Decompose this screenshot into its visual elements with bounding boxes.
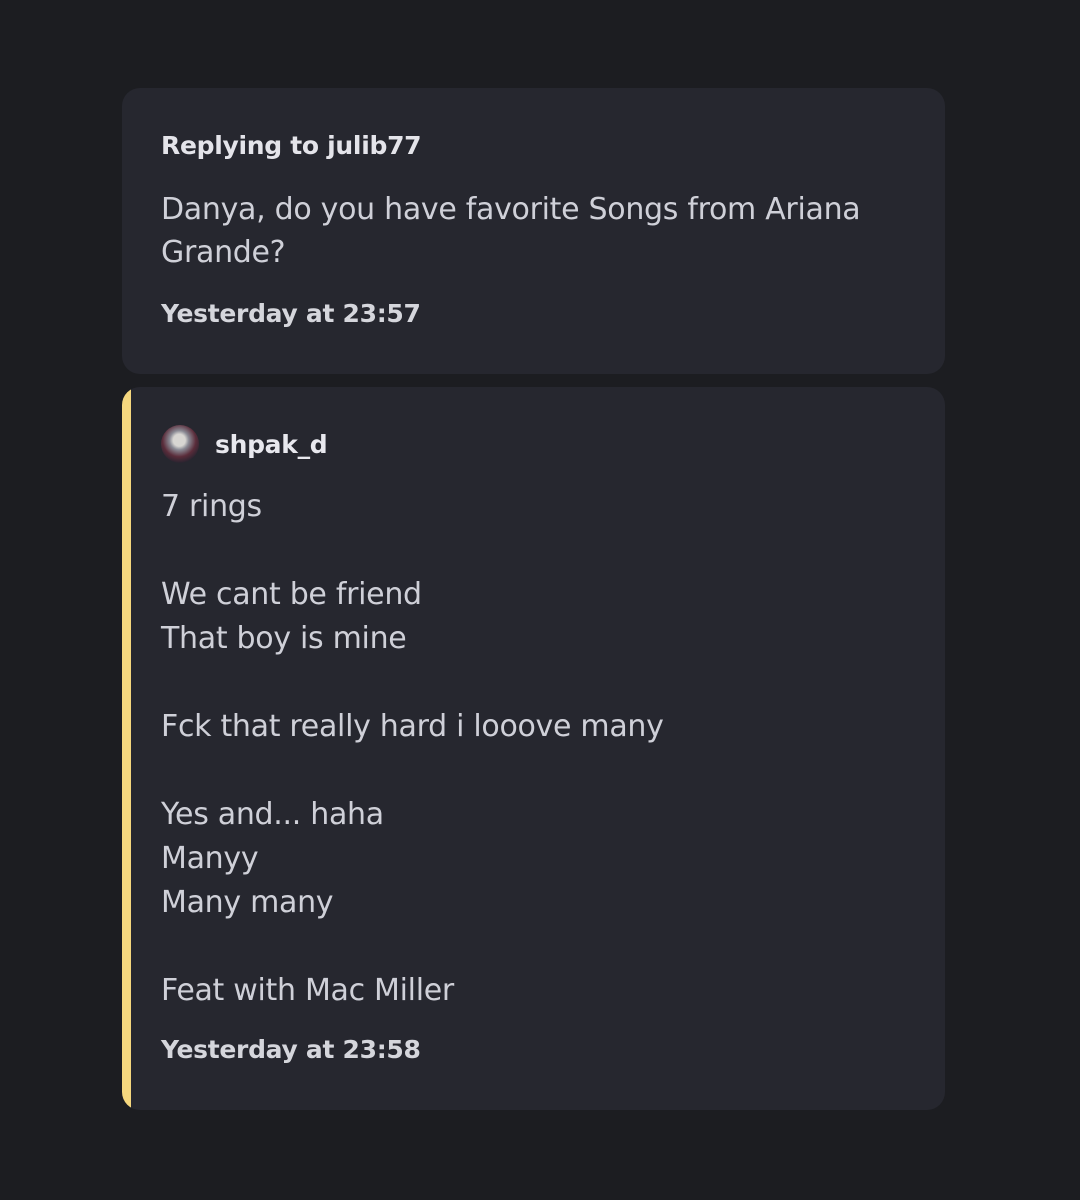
message-line: Feat with Mac Miller: [161, 973, 454, 1008]
message-line: [161, 529, 901, 573]
message-line: That boy is mine: [161, 621, 407, 656]
highlight-accent-bar: [122, 387, 131, 1110]
message-line: [161, 749, 901, 793]
message-text: 7 rings We cant be friend That boy is mi…: [161, 485, 901, 1013]
message-line: [161, 661, 901, 705]
message-line: [161, 925, 901, 969]
author-name[interactable]: shpak_d: [215, 430, 328, 459]
message-line: Manyy: [161, 841, 259, 876]
author-row[interactable]: shpak_d: [161, 425, 328, 463]
reply-message-text: Danya, do you have favorite Songs from A…: [161, 192, 861, 270]
reply-card[interactable]: Replying to julib77 Danya, do you have f…: [122, 88, 945, 374]
message-line: Fck that really hard i looove many: [161, 709, 664, 744]
message-line: Many many: [161, 885, 334, 920]
message-line: 7 rings: [161, 489, 262, 524]
avatar[interactable]: [161, 425, 199, 463]
message-card[interactable]: shpak_d 7 rings We cant be friend That b…: [122, 387, 945, 1110]
reply-timestamp: Yesterday at 23:57: [161, 299, 421, 328]
message-line: Yes and... haha: [161, 797, 384, 832]
message-line: We cant be friend: [161, 577, 422, 612]
message-timestamp: Yesterday at 23:58: [161, 1035, 421, 1064]
replying-to-label: Replying to julib77: [161, 131, 422, 160]
